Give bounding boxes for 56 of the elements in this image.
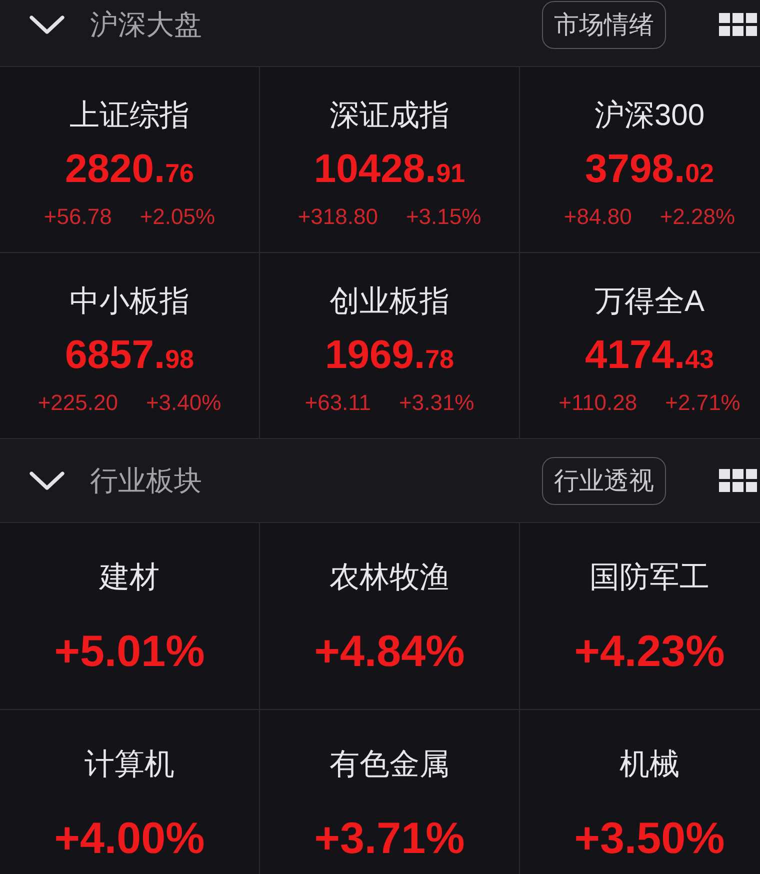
index-value: 2820.76 — [64, 147, 194, 193]
index-card[interactable]: 万得全A 4174.43 +110.28 +2.71% — [520, 253, 760, 438]
sector-card[interactable]: 有色金属 +3.71% — [260, 710, 519, 874]
index-name: 创业板指 — [330, 284, 450, 320]
sector-change-percent: +4.00% — [54, 814, 205, 864]
index-name: 深证成指 — [330, 98, 450, 134]
sector-name: 农林牧渔 — [330, 560, 450, 596]
index-value: 3798.02 — [584, 147, 714, 193]
index-change: +63.11 — [304, 390, 372, 416]
sector-name: 机械 — [620, 747, 680, 783]
sector-change-percent: +5.01% — [54, 627, 205, 677]
chevron-icon[interactable] — [29, 14, 65, 34]
index-change: +56.78 — [44, 204, 112, 230]
chevron-icon[interactable] — [29, 470, 65, 490]
sector-card[interactable]: 机械 +3.50% — [520, 710, 760, 874]
sector-name: 有色金属 — [330, 747, 450, 783]
index-card[interactable]: 中小板指 6857.98 +225.20 +3.40% — [0, 253, 259, 438]
sector-card[interactable]: 农林牧渔 +4.84% — [260, 523, 519, 709]
index-name: 上证综指 — [70, 98, 190, 134]
section-button[interactable]: 行业透视 — [542, 456, 666, 504]
index-name: 万得全A — [594, 284, 704, 320]
index-name: 沪深300 — [594, 98, 705, 134]
index-change-percent: +2.71% — [665, 390, 740, 416]
section-button[interactable]: 市场情绪 — [542, 0, 666, 48]
sector-change-percent: +4.84% — [314, 627, 465, 677]
sector-change-percent: +3.71% — [314, 814, 465, 864]
sector-card[interactable]: 计算机 +4.00% — [0, 710, 259, 874]
sector-card[interactable]: 建材 +5.01% — [0, 523, 259, 709]
index-name: 中小板指 — [70, 284, 190, 320]
grid-icon[interactable] — [719, 13, 757, 36]
index-change-percent: +3.15% — [406, 204, 482, 230]
index-card[interactable]: 沪深300 3798.02 +84.80 +2.28% — [520, 67, 760, 252]
section-title: 沪深大盘 — [90, 8, 202, 42]
index-value: 10428.91 — [314, 147, 466, 193]
index-change: +318.80 — [298, 204, 378, 230]
index-card[interactable]: 上证综指 2820.76 +56.78 +2.05% — [0, 67, 259, 252]
index-value: 6857.98 — [64, 333, 194, 379]
index-value: 4174.43 — [584, 333, 714, 379]
sector-card[interactable]: 国防军工 +4.23% — [520, 523, 760, 709]
index-card[interactable]: 创业板指 1969.78 +63.11 +3.31% — [260, 253, 519, 438]
index-change-percent: +2.28% — [660, 204, 736, 230]
index-change-percent: +2.05% — [140, 204, 216, 230]
sector-change-percent: +4.23% — [574, 627, 725, 677]
index-change: +110.28 — [558, 390, 638, 416]
index-change-percent: +3.40% — [146, 390, 222, 416]
section-title: 行业板块 — [90, 464, 202, 498]
sector-name: 国防军工 — [590, 560, 710, 596]
index-card[interactable]: 深证成指 10428.91 +318.80 +3.15% — [260, 67, 519, 252]
index-change-percent: +3.31% — [399, 390, 474, 416]
index-change: +84.80 — [564, 204, 632, 230]
sector-name: 建材 — [100, 560, 160, 596]
grid-icon[interactable] — [719, 469, 757, 492]
index-value: 1969.78 — [324, 333, 454, 379]
sector-change-percent: +3.50% — [574, 814, 725, 864]
index-change: +225.20 — [38, 390, 118, 416]
sector-name: 计算机 — [84, 747, 174, 783]
